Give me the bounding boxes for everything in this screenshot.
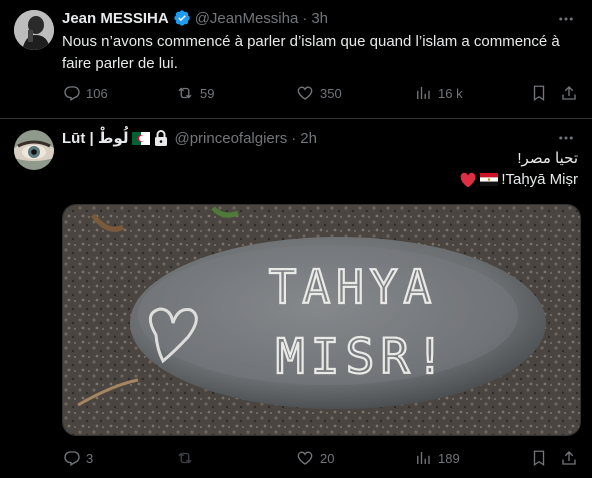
tweet-jean-messiha[interactable]: Jean MESSIHA @JeanMessiha · 3h Nous n’av… xyxy=(0,0,592,119)
more-icon[interactable] xyxy=(556,9,576,29)
egypt-flag-icon xyxy=(480,173,499,186)
retweet-icon xyxy=(178,87,192,99)
views-icon xyxy=(417,87,430,99)
author-name[interactable]: Lūt | لُوطْ xyxy=(62,129,128,147)
red-heart-icon xyxy=(459,172,477,188)
separator-dot: · xyxy=(291,129,297,147)
transliteration-text: !Taḥyā Miṣr xyxy=(501,171,578,188)
like-count: 20 xyxy=(320,450,335,466)
like-icon xyxy=(297,86,313,100)
avatar[interactable] xyxy=(14,10,54,50)
reply-button[interactable]: 3 xyxy=(62,449,93,467)
tweet-image[interactable]: TAHYA MISR! xyxy=(62,204,581,436)
image-text: TAHYA xyxy=(269,260,437,314)
retweet-button[interactable] xyxy=(176,449,200,467)
action-bar: 3 20 189 xyxy=(62,447,578,469)
separator-dot: · xyxy=(302,9,308,27)
svg-text:MISR!: MISR! xyxy=(276,329,451,385)
views-button[interactable]: 189 xyxy=(414,449,460,467)
like-button[interactable]: 20 xyxy=(296,449,334,467)
tweet-header: Jean MESSIHA @JeanMessiha · 3h xyxy=(62,8,328,28)
like-icon xyxy=(297,451,313,465)
retweet-button[interactable]: 59 xyxy=(176,84,214,102)
reply-count: 3 xyxy=(86,450,94,466)
like-count: 350 xyxy=(320,85,342,101)
retweet-icon xyxy=(178,452,192,464)
tweet-header: Lūt | لُوطْ @princeofalgiers · 2h xyxy=(62,128,317,148)
bookmark-icon[interactable] xyxy=(530,449,548,467)
like-button[interactable]: 350 xyxy=(296,84,342,102)
reply-icon xyxy=(64,451,80,466)
timestamp[interactable]: 2h xyxy=(300,130,317,147)
action-bar: 106 59 350 16 k xyxy=(62,82,578,104)
retweet-count: 59 xyxy=(200,85,215,101)
reply-count: 106 xyxy=(86,85,108,101)
author-handle[interactable]: @princeofalgiers xyxy=(174,130,287,147)
share-icon[interactable] xyxy=(560,84,578,102)
author-name[interactable]: Jean MESSIHA xyxy=(62,10,169,27)
author-handle[interactable]: @JeanMessiha xyxy=(195,10,299,27)
verified-icon xyxy=(173,9,191,27)
tweet-text-transliteration: !Taḥyā Miṣr xyxy=(459,171,578,188)
more-icon[interactable] xyxy=(556,128,576,148)
views-count: 189 xyxy=(438,450,460,466)
lock-icon xyxy=(154,130,168,146)
avatar[interactable] xyxy=(14,130,54,170)
bookmark-icon[interactable] xyxy=(530,84,548,102)
share-icon[interactable] xyxy=(560,449,578,467)
views-count: 16 k xyxy=(438,85,463,101)
algeria-flag-icon xyxy=(132,131,151,145)
reply-button[interactable]: 106 xyxy=(62,84,108,102)
tweet-princeofalgiers[interactable]: Lūt | لُوطْ @princeofalgiers · 2h تحيا م… xyxy=(0,119,592,478)
views-icon xyxy=(417,452,430,464)
tweet-text-arabic: تحيا مصر! xyxy=(517,150,578,167)
tweet-text: Nous n’avons commencé à parler d’islam q… xyxy=(62,33,560,72)
reply-icon xyxy=(64,86,80,101)
views-button[interactable]: 16 k xyxy=(414,84,463,102)
timestamp[interactable]: 3h xyxy=(311,10,328,27)
